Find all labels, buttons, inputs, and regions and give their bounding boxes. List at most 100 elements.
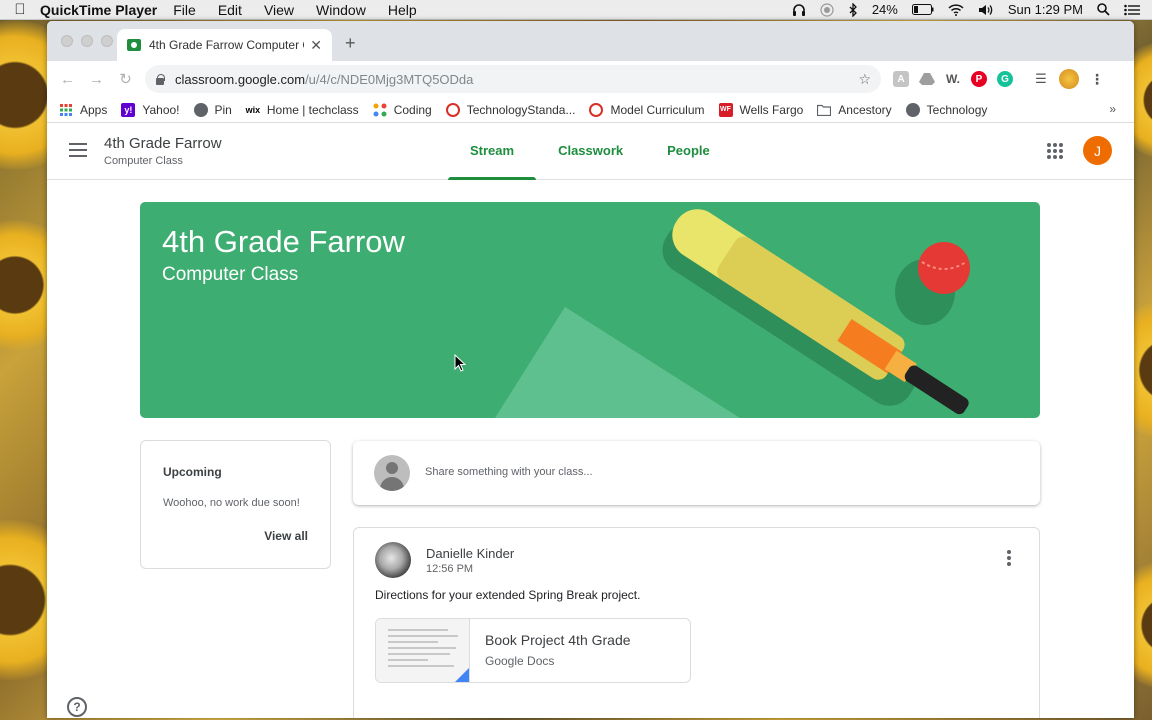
bookmark-techclass[interactable]: wix Home | techclass [246,103,359,117]
bookmark-yahoo[interactable]: y! Yahoo! [121,102,180,117]
wix-icon: wix [245,104,261,115]
post-time: 12:56 PM [426,563,474,575]
battery-icon[interactable] [911,4,934,15]
bluetooth-icon[interactable] [848,2,858,17]
upcoming-title: Upcoming [163,465,222,479]
circle-icon [445,102,460,117]
bookmark-wells-fargo[interactable]: WF Wells Fargo [718,102,803,117]
globe-icon [905,102,920,117]
tab-stream[interactable]: Stream [448,123,537,180]
spotlight-search-icon[interactable] [1097,3,1110,16]
bookmark-technology[interactable]: Technology [905,102,988,117]
menu-help[interactable]: Help [388,2,417,18]
record-icon[interactable] [820,2,834,17]
help-icon[interactable]: ? [67,697,87,717]
apple-menu-icon[interactable]:  [0,1,40,18]
bookmark-label: Yahoo! [142,102,180,117]
header-class-name[interactable]: 4th Grade Farrow [104,135,222,152]
close-tab-icon[interactable]: ✕ [310,37,322,54]
banner-subtitle: Computer Class [162,264,299,285]
folder-icon [817,103,832,117]
classroom-tabs: Stream Classwork People [448,123,732,180]
bookmark-label: Model Curriculum [610,102,705,117]
share-placeholder-text: Share something with your class... [425,466,593,478]
reading-list-icon[interactable]: ☰ [1033,71,1049,87]
classroom-page: 4th Grade Farrow Computer Class Stream C… [47,123,1134,718]
notification-center-icon[interactable] [1124,4,1140,16]
wifi-icon[interactable] [948,3,964,16]
header-class-section: Computer Class [104,155,183,167]
google-docs-corner-icon [453,668,469,682]
wells-fargo-icon: WF [718,102,733,117]
menubar-app-name[interactable]: QuickTime Player [40,2,157,18]
browser-toolbar: ← → ↻ classroom.google.com/u/4/c/NDE0Mjg… [47,61,1134,97]
bookmark-star-icon[interactable]: ☆ [858,71,871,88]
volume-icon[interactable] [978,4,994,16]
grammarly-icon[interactable]: G [997,71,1013,87]
extension-a-icon[interactable]: A [893,71,909,87]
post-body: Directions for your extended Spring Brea… [375,588,641,602]
attachment-card[interactable]: Book Project 4th Grade Google Docs [375,618,691,683]
lock-icon[interactable] [155,73,165,85]
bookmark-label: Ancestory [838,102,892,117]
tab-people[interactable]: People [645,123,732,180]
banner-title[interactable]: 4th Grade Farrow [162,224,405,260]
profile-avatar-icon[interactable] [1059,69,1079,89]
upcoming-card: Upcoming Woohoo, no work due soon! View … [140,440,331,569]
class-banner: 4th Grade Farrow Computer Class [140,202,1040,418]
view-all-link[interactable]: View all [264,529,308,543]
drive-extension-icon[interactable] [919,71,935,87]
share-announcement-box[interactable]: Share something with your class... [353,441,1040,505]
w-extension-icon[interactable]: W. [945,71,961,87]
bookmark-model-curriculum[interactable]: Model Curriculum [589,102,705,117]
mouse-cursor-icon [454,354,466,372]
bookmark-label: TechnologyStanda... [466,102,576,117]
menu-window[interactable]: Window [316,2,366,18]
browser-tab-active[interactable]: 4th Grade Farrow Computer Cl... ✕ [117,29,332,61]
account-avatar[interactable]: J [1083,136,1112,165]
post-author: Danielle Kinder [426,546,515,561]
bookmark-folder-ancestory[interactable]: Ancestory [817,102,892,117]
attachment-title: Book Project 4th Grade [485,632,631,648]
yahoo-icon: y! [121,102,136,117]
document-thumbnail [376,619,470,682]
bookmark-label: Coding [393,102,432,117]
forward-arrow-icon[interactable]: → [82,71,111,88]
attachment-type: Google Docs [485,654,555,668]
browser-window: 4th Grade Farrow Computer Cl... ✕ + ← → … [47,21,1134,718]
classroom-header: 4th Grade Farrow Computer Class Stream C… [47,123,1134,180]
menu-view[interactable]: View [264,2,294,18]
close-window-button[interactable] [61,35,73,47]
headphones-icon[interactable] [792,3,806,17]
bookmark-coding[interactable]: Coding [373,103,432,117]
new-tab-icon[interactable]: + [345,33,356,54]
menu-edit[interactable]: Edit [218,2,242,18]
bookmarks-overflow-icon[interactable]: » [1109,102,1116,116]
more-vert-icon[interactable]: ⋮ [1089,71,1105,87]
upcoming-empty-text: Woohoo, no work due soon! [163,497,300,509]
hamburger-menu-icon[interactable] [69,143,87,157]
classroom-favicon-icon [127,39,141,51]
bookmark-pin[interactable]: Pin [193,102,232,117]
battery-percent: 24% [871,2,898,17]
menubar-clock[interactable]: Sun 1:29 PM [1008,2,1083,17]
extension-icons: A W. P G ☰ ⋮ [893,69,1105,89]
bookmark-label: Apps [80,102,108,117]
menu-file[interactable]: File [173,2,196,18]
zoom-window-button[interactable] [101,35,113,47]
user-avatar-placeholder-icon [374,455,410,491]
url-host: classroom.google.com [175,71,306,87]
bookmark-apps[interactable]: Apps [59,103,107,117]
post-more-vert-icon[interactable] [1007,550,1011,568]
back-arrow-icon[interactable]: ← [53,71,82,88]
google-apps-icon[interactable] [1047,143,1063,159]
pinterest-icon[interactable]: P [971,71,987,87]
bookmark-technology-standards[interactable]: TechnologyStanda... [445,102,576,117]
bookmark-label: Pin [214,102,232,117]
minimize-window-button[interactable] [81,35,93,47]
reload-icon[interactable]: ↻ [111,70,140,88]
tab-classwork[interactable]: Classwork [536,123,645,180]
tab-strip: 4th Grade Farrow Computer Cl... ✕ + [47,21,1134,61]
address-bar[interactable]: classroom.google.com/u/4/c/NDE0Mjg3MTQ5O… [145,65,881,93]
bookmark-label: Technology [926,102,988,117]
